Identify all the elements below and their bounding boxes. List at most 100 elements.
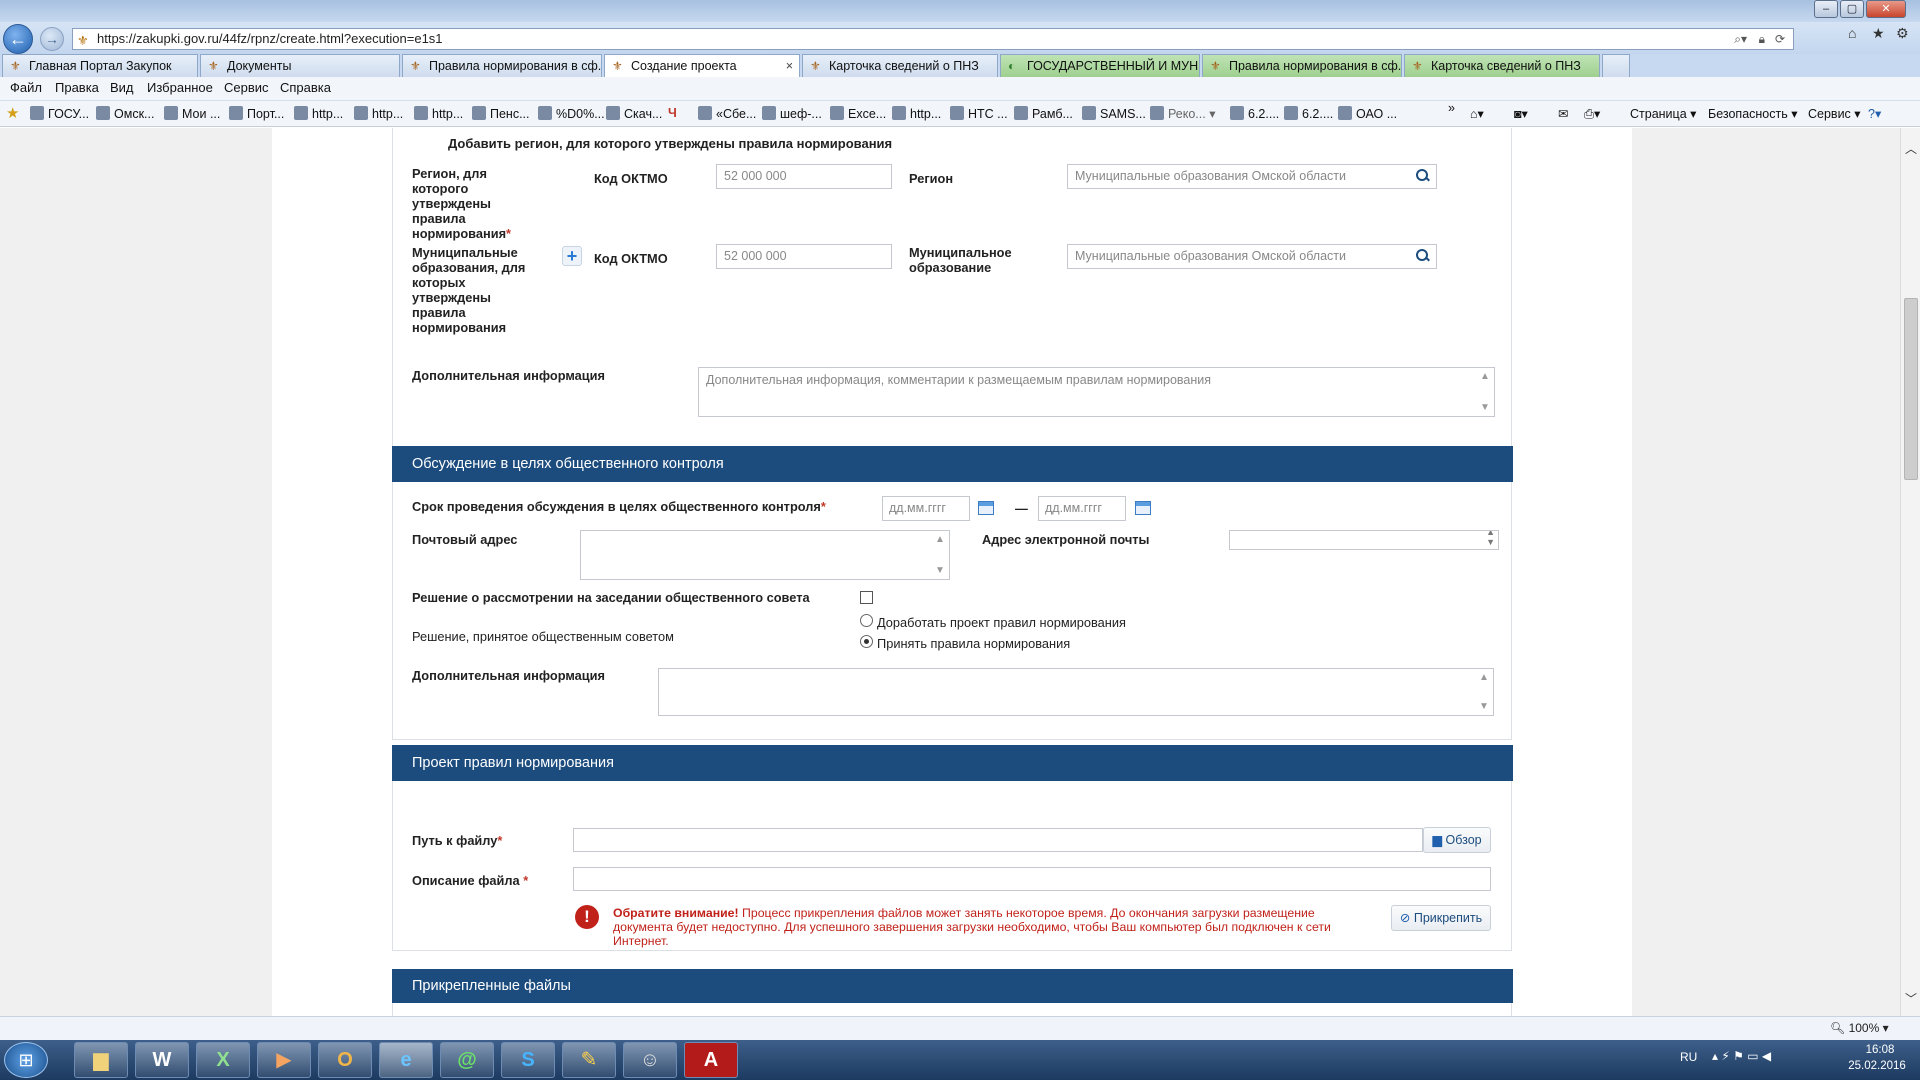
help-icon[interactable]: ?▾: [1868, 106, 1881, 121]
favorite-item[interactable]: Скач...: [606, 106, 662, 121]
search-dropdown-icon[interactable]: ⌕▾: [1734, 29, 1747, 49]
menu-edit[interactable]: Правка: [55, 80, 99, 95]
date-to-input[interactable]: дд.мм.гггг: [1038, 496, 1126, 521]
more-favorites-chevron-icon[interactable]: »: [1448, 101, 1455, 115]
postal-textarea[interactable]: ▲ ▼: [580, 530, 950, 580]
textarea-scrollbar[interactable]: ▲ ▼: [1477, 672, 1491, 712]
language-indicator[interactable]: RU: [1680, 1050, 1697, 1064]
maximize-button[interactable]: ▢: [1840, 0, 1864, 18]
home-dropdown-icon[interactable]: ⌂▾: [1470, 106, 1484, 121]
forward-button[interactable]: →: [40, 27, 64, 51]
file-desc-input[interactable]: [573, 867, 1491, 891]
decision-option-accept[interactable]: Принять правила нормирования: [877, 636, 1070, 651]
attach-button[interactable]: ⊘ Прикрепить: [1391, 905, 1491, 931]
tab-rules-2[interactable]: ⚜ Правила нормирования в сф...: [1202, 54, 1402, 77]
calendar-icon[interactable]: [1135, 501, 1151, 515]
page-menu[interactable]: Страница ▾: [1630, 106, 1696, 121]
back-button[interactable]: ←: [3, 24, 33, 54]
settings-gear-icon[interactable]: ⚙: [1896, 25, 1909, 42]
print-icon[interactable]: ⎙▾: [1584, 106, 1600, 122]
menu-view[interactable]: Вид: [110, 80, 134, 95]
favorite-item[interactable]: http...: [294, 106, 343, 121]
favorite-item[interactable]: шеф-...: [762, 106, 822, 121]
favorite-item[interactable]: Рамб...: [1014, 106, 1073, 121]
url-input[interactable]: ⚜ https://zakupki.gov.ru/44fz/rpnz/creat…: [72, 28, 1794, 50]
municipal-input[interactable]: Муниципальные образования Омской области: [1067, 244, 1437, 269]
taskbar-excel[interactable]: X: [196, 1042, 250, 1078]
taskbar-app-person[interactable]: ☺: [623, 1042, 677, 1078]
scroll-up-icon[interactable]: ︿: [1901, 140, 1920, 157]
tab-rules-1[interactable]: ⚜ Правила нормирования в сф...: [402, 54, 602, 77]
tab-card-1[interactable]: ⚜ Карточка сведений о ПНЗ: [802, 54, 998, 77]
date-from-input[interactable]: дд.мм.гггг: [882, 496, 970, 521]
zoom-control[interactable]: 🔍︎ 100% ▾: [1830, 1021, 1889, 1035]
bookmark-icon[interactable]: Ч: [668, 106, 677, 120]
taskbar-media[interactable]: ▶: [257, 1042, 311, 1078]
search-icon[interactable]: [1416, 249, 1430, 263]
decision-radio-revise[interactable]: [860, 614, 873, 627]
menu-favorites[interactable]: Избранное: [147, 80, 213, 95]
favorite-item[interactable]: http...: [892, 106, 941, 121]
lock-icon[interactable]: 🔒︎: [1759, 29, 1765, 49]
clock-time[interactable]: 16:08: [1850, 1044, 1910, 1056]
new-tab-button[interactable]: [1602, 54, 1630, 77]
favorite-item[interactable]: НТС ...: [950, 106, 1008, 121]
feeds-icon[interactable]: ◙▾: [1514, 106, 1528, 121]
favorite-item[interactable]: Порт...: [229, 106, 284, 121]
tab-create-project[interactable]: ⚜ Создание проекта ×: [604, 54, 800, 77]
scroll-down-icon[interactable]: ▼: [1477, 701, 1491, 712]
favorite-item[interactable]: ГОСУ...: [30, 106, 89, 121]
favorite-item[interactable]: %D0%...: [538, 106, 605, 121]
favorite-item[interactable]: 6.2....: [1284, 106, 1333, 121]
clock-date[interactable]: 25.02.2016: [1840, 1060, 1914, 1072]
favorite-item[interactable]: ОАО ...: [1338, 106, 1397, 121]
taskbar-word[interactable]: W: [135, 1042, 189, 1078]
tools-menu[interactable]: Сервис ▾: [1808, 106, 1861, 121]
calendar-icon[interactable]: [978, 501, 994, 515]
close-tab-icon[interactable]: ×: [786, 55, 793, 77]
council-review-checkbox[interactable]: [860, 591, 873, 604]
favorite-item[interactable]: http...: [414, 106, 463, 121]
refresh-icon[interactable]: ⟳: [1775, 29, 1785, 49]
add-favorite-star-icon[interactable]: ★: [6, 104, 19, 122]
taskbar-mail-agent[interactable]: @: [440, 1042, 494, 1078]
decision-option-revise[interactable]: Доработать проект правил нормирования: [877, 615, 1126, 630]
favorite-item[interactable]: Омск...: [96, 106, 154, 121]
search-icon[interactable]: [1416, 169, 1430, 183]
region-input[interactable]: Муниципальные образования Омской области: [1067, 164, 1437, 189]
favorite-item[interactable]: http...: [354, 106, 403, 121]
region-oktmo-input[interactable]: 52 000 000: [716, 164, 892, 189]
taskbar-outlook[interactable]: O: [318, 1042, 372, 1078]
scroll-up-icon[interactable]: ▲: [1477, 672, 1491, 683]
favorite-item[interactable]: Пенс...: [472, 106, 530, 121]
taskbar-app-pen[interactable]: ✎: [562, 1042, 616, 1078]
scroll-down-icon[interactable]: ▼: [1478, 402, 1492, 413]
menu-help[interactable]: Справка: [280, 80, 331, 95]
menu-tools[interactable]: Сервис: [224, 80, 269, 95]
discussion-additional-textarea[interactable]: ▲ ▼: [658, 668, 1494, 716]
decision-radio-accept[interactable]: [860, 635, 873, 648]
browse-button[interactable]: ▆ Обзор: [1423, 827, 1491, 853]
add-region-link[interactable]: Добавить регион, для которого утверждены…: [448, 136, 892, 151]
taskbar-explorer[interactable]: ▆: [74, 1042, 128, 1078]
scroll-thumb[interactable]: [1904, 298, 1918, 480]
favorite-item[interactable]: Exce...: [830, 106, 886, 121]
favorite-item[interactable]: 6.2....: [1230, 106, 1279, 121]
favorite-item[interactable]: SAMS...: [1082, 106, 1146, 121]
scroll-down-icon[interactable]: ﹀: [1901, 990, 1920, 1007]
favorite-item[interactable]: «Сбе...: [698, 106, 756, 121]
minimize-button[interactable]: –: [1814, 0, 1838, 18]
scroll-up-icon[interactable]: ▲: [933, 534, 947, 545]
favorite-item[interactable]: Мои ...: [164, 106, 220, 121]
scroll-up-icon[interactable]: ▲: [1478, 371, 1492, 382]
taskbar-ie[interactable]: e: [379, 1042, 433, 1078]
scroll-down-icon[interactable]: ▼: [933, 565, 947, 576]
start-button[interactable]: ⊞: [4, 1042, 48, 1078]
favorite-item[interactable]: Реко... ▾: [1150, 106, 1215, 121]
tab-gov[interactable]: ◐ ГОСУДАРСТВЕННЫЙ И МУН...: [1000, 54, 1200, 77]
tab-card-2[interactable]: ⚜ Карточка сведений о ПНЗ: [1404, 54, 1600, 77]
email-input[interactable]: ▲ ▼: [1229, 530, 1499, 550]
textarea-scrollbar[interactable]: ▲ ▼: [933, 534, 947, 576]
menu-file[interactable]: Файл: [10, 80, 42, 95]
region-additional-textarea[interactable]: Дополнительная информация, комментарии к…: [698, 367, 1495, 417]
